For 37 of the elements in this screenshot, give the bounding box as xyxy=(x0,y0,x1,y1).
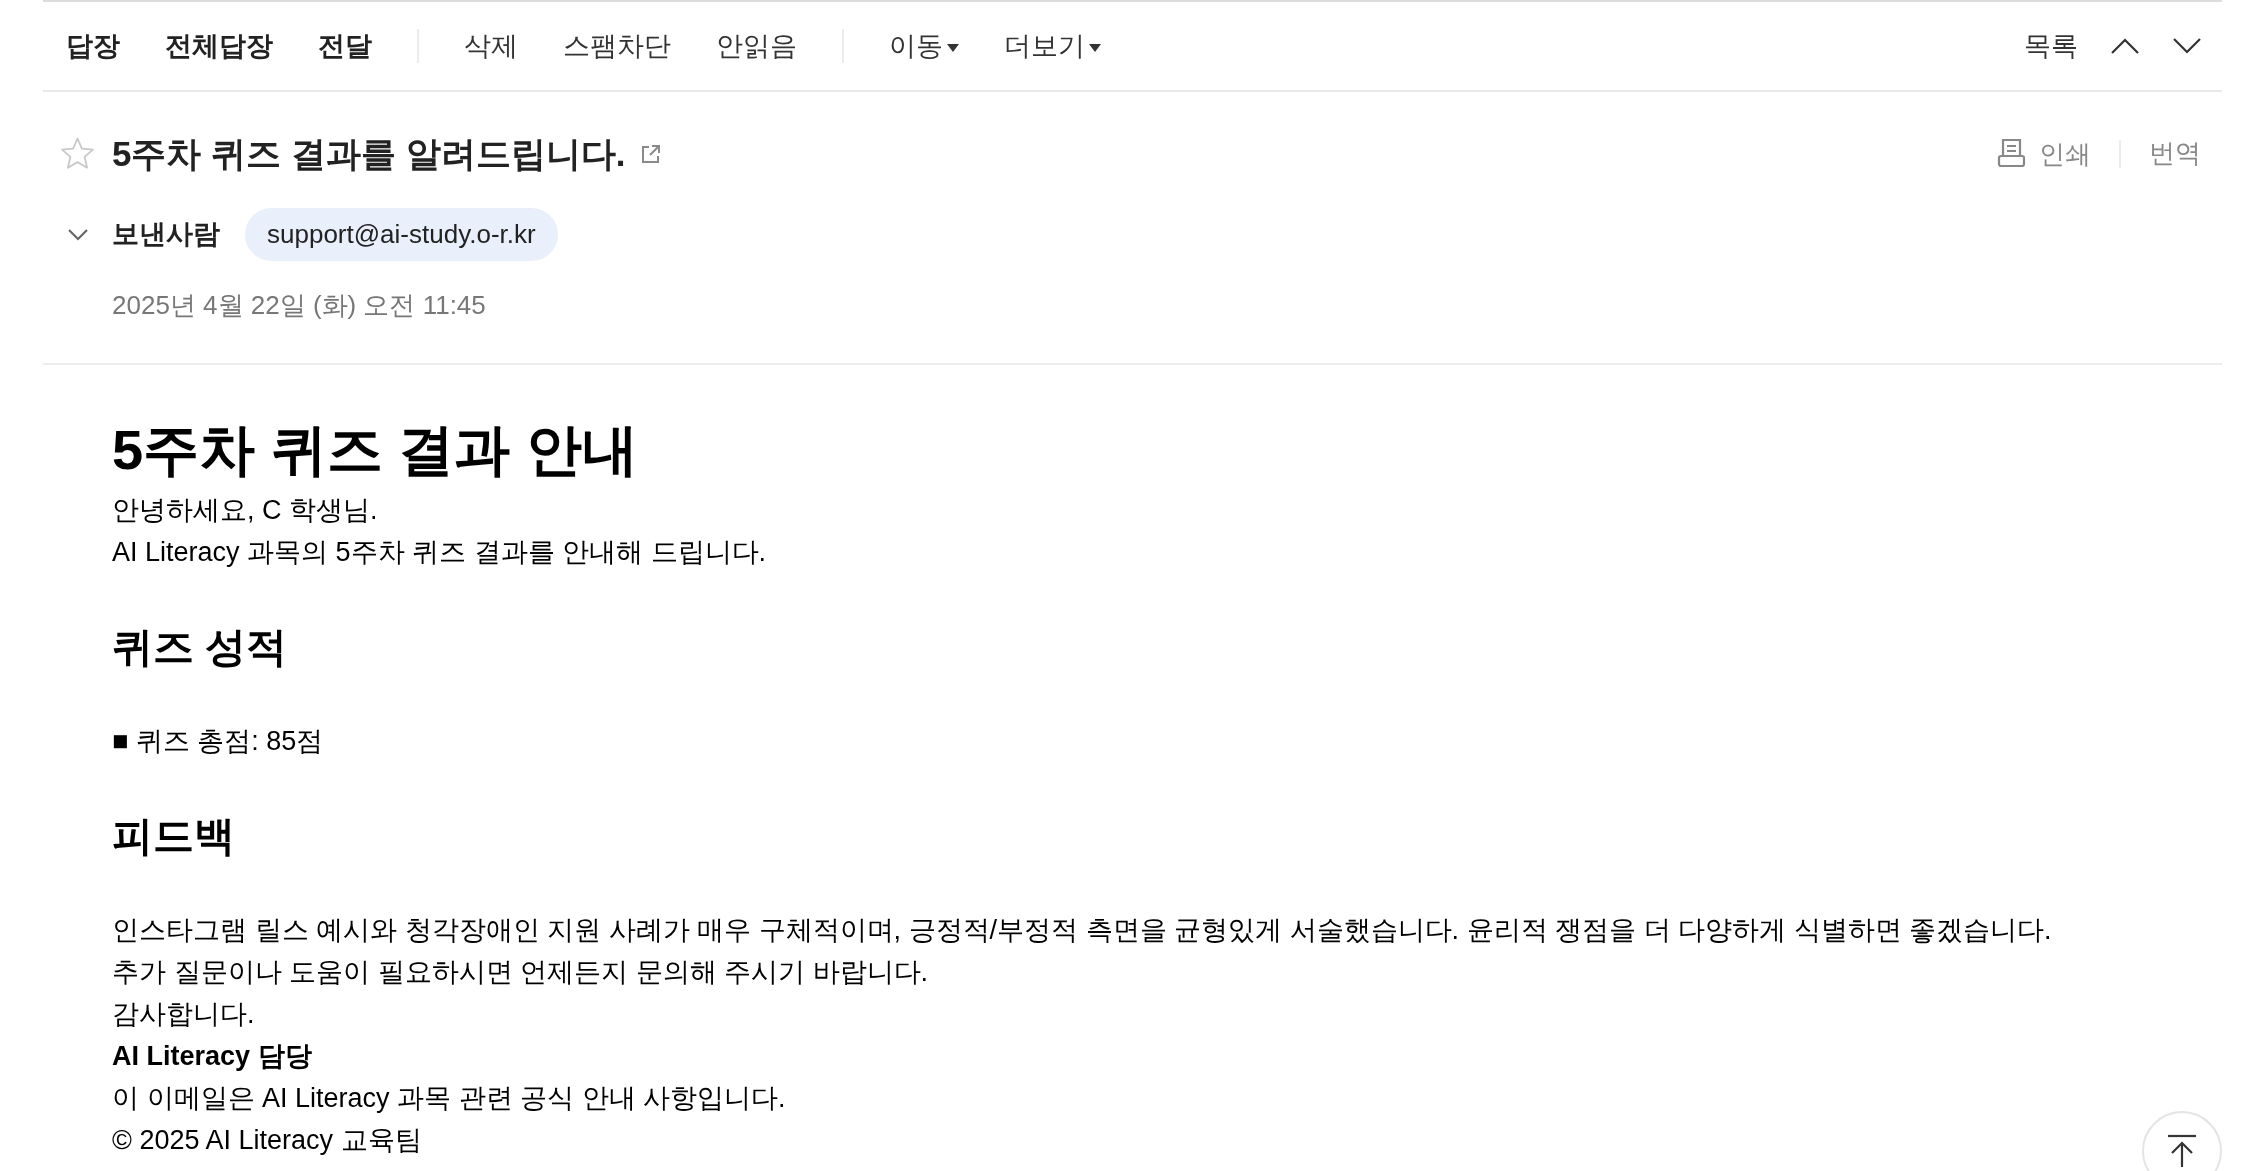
arrow-up-icon xyxy=(2167,1134,2197,1168)
chevron-up-icon[interactable] xyxy=(2111,38,2139,54)
chevron-down-icon[interactable] xyxy=(2173,38,2201,54)
mail-subject: 5주차 퀴즈 결과를 알려드립니다. xyxy=(112,133,626,175)
toolbar-button[interactable]: 삭제 xyxy=(464,29,518,63)
body-text: 감사합니다. xyxy=(112,998,255,1031)
list-button[interactable]: 목록 xyxy=(2024,29,2078,63)
scroll-to-top-button[interactable] xyxy=(2142,1111,2222,1171)
toolbar-button[interactable]: 안읽음 xyxy=(716,29,797,63)
caret-icon xyxy=(947,43,959,52)
sender-label: 보낸사람 xyxy=(112,218,220,252)
toolbar-button[interactable]: 전달 xyxy=(318,29,372,63)
toolbar-button[interactable]: 전체답장 xyxy=(165,29,273,63)
section-heading: 퀴즈 성적 xyxy=(112,623,288,672)
body-text: 추가 질문이나 도움이 필요하시면 언제든지 문의해 주시기 바랍니다. xyxy=(112,956,928,989)
section-heading: 피드백 xyxy=(112,812,235,861)
mail-date: 2025년 4월 22일 (화) 오전 11:45 xyxy=(112,290,486,320)
body-text: AI Literacy 과목의 5주차 퀴즈 결과를 안내해 드립니다. xyxy=(112,536,767,569)
caret-icon xyxy=(1089,43,1101,52)
toolbar-button[interactable]: 답장 xyxy=(66,29,120,63)
message-title: 5주차 퀴즈 결과 안내 xyxy=(112,417,638,483)
body-text: © 2025 AI Literacy 교육팀 xyxy=(112,1124,422,1157)
body-text: ■ 퀴즈 총점: 85점 xyxy=(112,725,324,758)
signature-text: AI Literacy 담당 xyxy=(112,1040,312,1073)
star-icon[interactable] xyxy=(60,137,95,171)
toolbar-button[interactable]: 스팸차단 xyxy=(563,29,671,63)
body-text: 이 이메일은 AI Literacy 과목 관련 공식 안내 사항입니다. xyxy=(112,1082,786,1115)
body-text: 안녕하세요, C 학생님. xyxy=(112,494,378,527)
printer-icon xyxy=(1997,137,2026,168)
translate-button[interactable]: 번역 xyxy=(2149,138,2201,170)
chevron-down-icon[interactable] xyxy=(67,228,88,241)
sender-address-chip[interactable]: support@ai-study.o-r.kr xyxy=(245,208,558,261)
toolbar-menu-button[interactable]: 이동 xyxy=(889,29,959,63)
toolbar-menu-button[interactable]: 더보기 xyxy=(1004,29,1101,63)
print-button[interactable]: 인쇄 xyxy=(1997,137,2091,171)
body-text: 인스타그램 릴스 예시와 청각장애인 지원 사례가 매우 구체적이며, 긍정적/부정적 측면을 균형있게 서술했습니다. 윤리적 쟁점을 더 다양하게 식별하면 좋겠습니다. xyxy=(112,914,2052,947)
external-link-icon[interactable] xyxy=(641,144,662,164)
